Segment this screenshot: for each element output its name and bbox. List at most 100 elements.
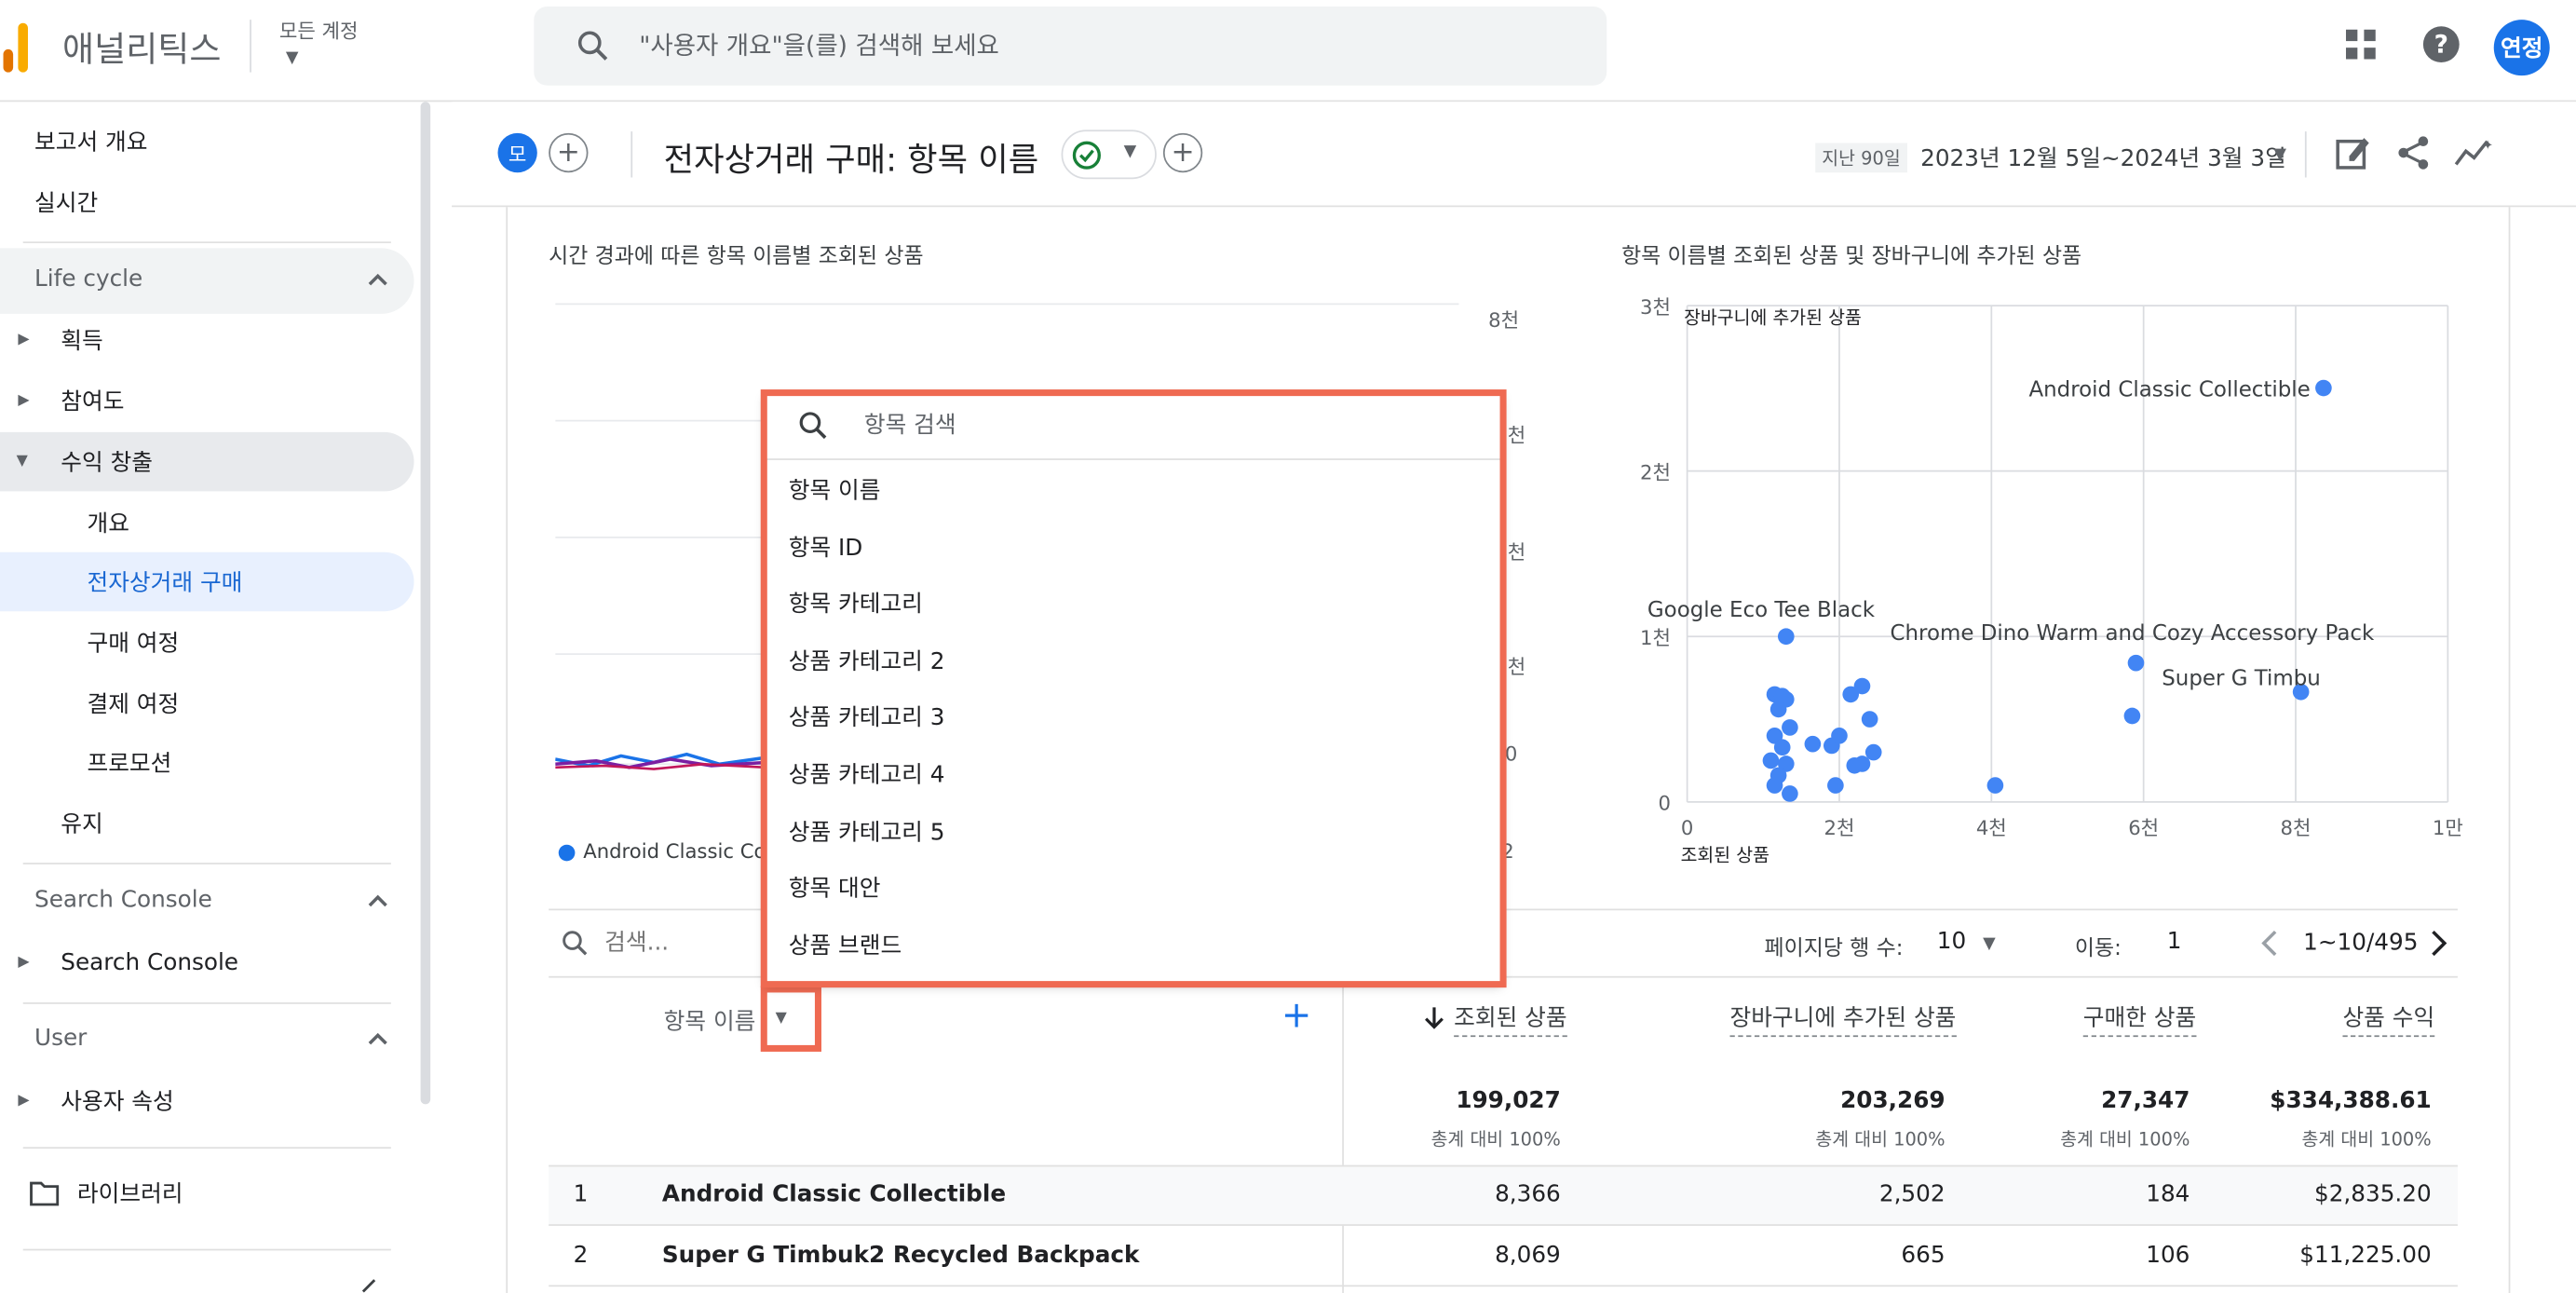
rows-per-page-select[interactable]: 10 [1937, 929, 1966, 955]
sidebar-scrollbar[interactable] [420, 102, 431, 1105]
sidebar-item-label: 개요 [87, 510, 129, 538]
share-icon[interactable] [2395, 135, 2432, 171]
row-item-name[interactable]: Android Classic Collectible [662, 1181, 1006, 1207]
sidebar-item-promotions[interactable]: 프로모션 [0, 733, 414, 793]
report-status-button[interactable]: ▼ [1061, 129, 1157, 180]
section-label: Life cycle [34, 265, 143, 293]
scatter-point [1804, 735, 1822, 753]
apps-grid-icon[interactable] [2341, 24, 2380, 63]
legend-label[interactable]: Android Classic Coll [583, 839, 777, 863]
scatter-chart-title: 항목 이름별 조회된 상품 및 장바구니에 추가된 상품 [1621, 244, 2082, 270]
total-percent: 총계 대비 100% [2301, 1128, 2432, 1150]
legend-swatch [558, 844, 576, 862]
sidebar-item-search-console[interactable]: ▶ Search Console [0, 933, 414, 993]
sidebar-item-engagement[interactable]: ▶ 참여도 [0, 372, 414, 431]
dropdown-item[interactable]: 항목 대안 [766, 860, 1501, 916]
dimension-header[interactable]: 항목 이름 [664, 1004, 756, 1037]
collapse-sidebar-icon[interactable] [359, 1277, 382, 1293]
comparison-chip[interactable]: 모 [497, 132, 537, 173]
add-dimension-button[interactable]: + [1281, 996, 1312, 1037]
search-input[interactable] [639, 26, 1560, 66]
insights-icon[interactable]: ✦ [2453, 135, 2492, 171]
chevron-up-icon [368, 1032, 387, 1045]
row-value: 184 [2146, 1181, 2190, 1208]
sidebar-item-checkout-journey[interactable]: 결제 여정 [0, 674, 414, 733]
row-value: 8,069 [1495, 1242, 1561, 1269]
caret-down-icon[interactable]: ▼ [2273, 146, 2286, 164]
sidebar-section-lifecycle[interactable]: Life cycle [0, 248, 414, 314]
dropdown-item[interactable]: 상품 브랜드 [766, 917, 1501, 973]
sidebar-item-report-overview[interactable]: 보고서 개요 [0, 112, 414, 171]
sidebar-item-purchase-journey[interactable]: 구매 여정 [0, 613, 414, 673]
sidebar-item-label: 보고서 개요 [34, 129, 148, 157]
x-tick-label: 0 [1681, 816, 1693, 839]
sidebar-item-label: 전자상거래 구매 [87, 570, 243, 597]
line-chart-title: 시간 경과에 따른 항목 이름별 조회된 상품 [549, 244, 924, 270]
divider [22, 1002, 391, 1004]
sidebar-item-monetization[interactable]: ▼ 수익 창출 [0, 431, 414, 492]
sidebar-item-user-attributes[interactable]: ▶ 사용자 속성 [0, 1071, 414, 1131]
sidebar: 보고서 개요 실시간 Life cycle ▶ 획득 ▶ 참여도 ▼ 수익 창출 개요… [0, 102, 431, 1293]
dropdown-item[interactable]: 항목 카테고리 [766, 575, 1501, 631]
dropdown-item[interactable]: 상품 카테고리 5 [766, 804, 1501, 860]
scatter-point-label: Google Eco Tee Black [1647, 598, 1876, 622]
column-header-add-to-cart[interactable]: 장바구니에 추가된 상품 [1729, 1000, 1957, 1038]
account-selector-label[interactable]: 모든 계정 [279, 17, 359, 45]
sidebar-item-label: 결제 여정 [87, 691, 180, 718]
sidebar-item-acquisition[interactable]: ▶ 획득 [0, 310, 414, 370]
section-label: Search Console [34, 887, 212, 914]
expand-arrow-icon: ▶ [18, 392, 30, 410]
scatter-chart: 0 2천 4천 6천 8천 1만 3천 2천 1천 0 조회된 상품 장바구니에 추가된 상품 Andr… [1640, 296, 2463, 866]
caret-down-icon[interactable]: ▼ [1983, 935, 1996, 953]
sidebar-section-user[interactable]: User [0, 1007, 414, 1073]
account-caret-icon[interactable]: ▼ [286, 49, 299, 67]
dropdown-item[interactable]: 항목 이름 [766, 462, 1501, 518]
column-header-revenue[interactable]: 상품 수익 [2342, 1000, 2435, 1038]
column-header-purchased[interactable]: 구매한 상품 [2082, 1000, 2197, 1038]
svg-text:?: ? [2434, 30, 2448, 59]
edit-report-icon[interactable] [2335, 135, 2371, 171]
dropdown-item[interactable]: 항목 ID [766, 519, 1501, 575]
add-filter-button[interactable]: + [1162, 132, 1203, 173]
sort-down-arrow-icon[interactable] [1423, 1004, 1446, 1030]
row-item-name[interactable]: Super G Timbuk2 Recycled Backpack [662, 1243, 1140, 1269]
dropdown-item[interactable]: 상품 카테고리 4 [766, 746, 1501, 802]
sidebar-item-realtime[interactable]: 실시간 [0, 172, 414, 232]
goto-input[interactable]: 1 [2167, 929, 2182, 955]
sidebar-item-library[interactable]: 라이브러리 [0, 1164, 414, 1223]
x-tick-label: 1만 [2433, 816, 2463, 839]
column-header-views[interactable]: 조회된 상품 [1454, 1000, 1567, 1038]
y-tick: 0 [1504, 742, 1518, 767]
y-tick-label: 2천 [1640, 461, 1671, 484]
analytics-logo[interactable] [0, 20, 33, 73]
divider [22, 241, 391, 244]
sidebar-item-label: 수익 창출 [61, 450, 154, 477]
avatar[interactable]: 연정 [2493, 20, 2550, 76]
chevron-left-icon[interactable] [2257, 927, 2284, 960]
chevron-right-icon[interactable] [2425, 927, 2451, 960]
dropdown-search[interactable] [766, 394, 1502, 460]
dropdown-item[interactable]: 상품 카테고리 3 [766, 688, 1501, 744]
sidebar-section-search-console[interactable]: Search Console [0, 869, 414, 935]
collapse-arrow-icon: ▼ [16, 453, 28, 470]
scatter-point [1773, 739, 1791, 756]
global-search[interactable] [534, 7, 1607, 86]
total-percent: 총계 대비 100% [1815, 1128, 1946, 1150]
total-revenue: $334,388.61 [2270, 1087, 2432, 1114]
divider [22, 1147, 391, 1150]
add-comparison-button[interactable]: + [549, 132, 589, 173]
help-icon[interactable]: ? [2421, 24, 2461, 63]
sidebar-item-ecommerce-purchases[interactable]: 전자상거래 구매 [0, 551, 414, 612]
table-search-input[interactable] [604, 925, 752, 961]
caret-down-icon: ▼ [1123, 143, 1137, 161]
dropdown-item[interactable]: 상품 카테고리 2 [766, 633, 1501, 688]
y-tick-label: 3천 [1640, 296, 1671, 319]
dropdown-search-input[interactable] [863, 407, 1358, 444]
date-range-picker[interactable]: 2023년 12월 5일~2024년 3월 3일 [1920, 142, 2286, 174]
sidebar-item-monetization-overview[interactable]: 개요 [0, 493, 414, 552]
row-index: 1 [573, 1181, 589, 1208]
row-value: 665 [1901, 1242, 1946, 1269]
dimension-dropdown-highlight [760, 986, 821, 1052]
sidebar-item-retention[interactable]: 유지 [0, 794, 414, 853]
row-value: 2,502 [1878, 1181, 1946, 1208]
